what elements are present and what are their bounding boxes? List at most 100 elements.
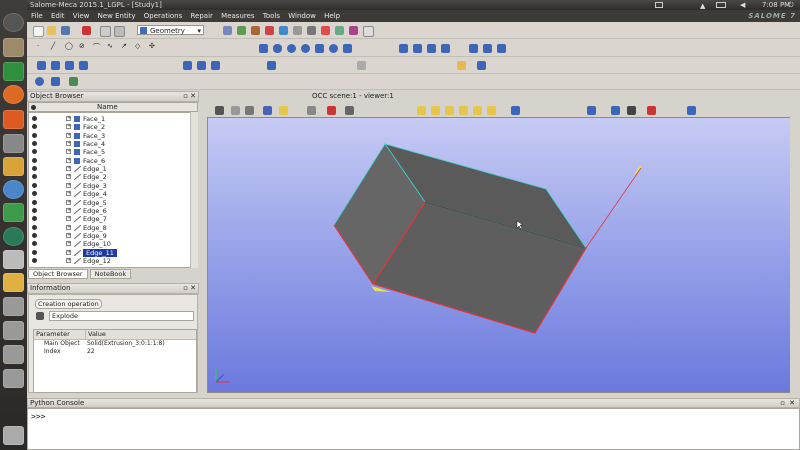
right-view-icon[interactable] <box>487 106 496 115</box>
new-icon[interactable] <box>33 26 44 37</box>
expand-icon[interactable]: + <box>66 124 71 130</box>
module-yacs-icon[interactable] <box>335 26 344 35</box>
tree-item[interactable]: + Face_2 <box>29 123 197 131</box>
shape-arrow-icon[interactable] <box>69 77 78 86</box>
tab-notebook[interactable]: NoteBook <box>89 269 132 279</box>
measure-icon[interactable] <box>477 61 486 70</box>
eye-icon[interactable] <box>32 232 37 238</box>
expand-icon[interactable]: + <box>66 249 71 255</box>
module-select[interactable]: Geometry ▾ <box>137 25 204 35</box>
expand-icon[interactable]: + <box>66 174 71 180</box>
expand-icon[interactable]: + <box>66 166 71 172</box>
parameter-column-header[interactable]: Parameter <box>36 330 70 339</box>
expand-icon[interactable]: + <box>66 132 71 138</box>
module-jobmanager-icon[interactable] <box>321 26 330 35</box>
more-icon[interactable] <box>687 106 696 115</box>
editor-icon[interactable] <box>3 273 24 292</box>
name-column-header[interactable]: Name <box>97 103 118 112</box>
rotation-icon[interactable] <box>483 44 492 53</box>
volume-icon[interactable]: ◀ <box>740 0 745 10</box>
menu-file[interactable]: File <box>31 10 43 22</box>
module-epx-icon[interactable] <box>363 26 374 37</box>
menu-measures[interactable]: Measures <box>221 10 254 22</box>
graduated-axes-icon[interactable] <box>611 106 620 115</box>
stereo-icon[interactable] <box>647 106 656 115</box>
menu-repair[interactable]: Repair <box>191 10 213 22</box>
software-center-icon[interactable] <box>3 110 24 129</box>
sketch-icon[interactable] <box>357 61 366 70</box>
settings-icon[interactable] <box>3 134 24 153</box>
close-icon[interactable]: ✕ <box>190 92 196 101</box>
undock-icon[interactable]: ▫ <box>780 399 785 408</box>
eye-icon[interactable] <box>32 249 37 255</box>
ellipse-icon[interactable]: ⊘ <box>79 42 85 50</box>
tree-item[interactable]: + Edge_4 <box>29 190 197 198</box>
tree-item[interactable]: + Face_1 <box>29 115 197 123</box>
extrusion-vector[interactable] <box>585 167 642 249</box>
expand-icon[interactable]: + <box>66 149 71 155</box>
copy-icon[interactable] <box>100 26 111 37</box>
eye-icon[interactable] <box>32 116 37 121</box>
menu-window[interactable]: Window <box>288 10 316 22</box>
module-paravis-icon[interactable] <box>279 26 288 35</box>
menu-edit[interactable]: Edit <box>51 10 65 22</box>
reset-view-icon[interactable] <box>511 106 520 115</box>
shape-ellipse-icon[interactable] <box>35 77 44 86</box>
eye-icon[interactable] <box>32 241 37 247</box>
expand-icon[interactable]: + <box>66 141 71 147</box>
object-tree[interactable]: + Face_1 + Face_2 + Face_3 + Face_4 + Face_5 + Face… <box>28 112 198 268</box>
module-aster-icon[interactable] <box>251 26 260 35</box>
zoom-icon[interactable] <box>307 106 316 115</box>
tree-item[interactable]: + Edge_3 <box>29 182 197 190</box>
module-efmaster-icon[interactable] <box>307 26 316 35</box>
files-icon[interactable] <box>3 38 24 57</box>
dash-icon[interactable] <box>3 13 24 32</box>
rectangle-icon[interactable] <box>343 44 352 53</box>
pan-icon[interactable] <box>327 106 336 115</box>
tree-item[interactable]: + Edge_6 <box>29 207 197 215</box>
fuse-icon[interactable] <box>399 44 408 53</box>
front-view-icon[interactable] <box>417 106 426 115</box>
drive-icon[interactable] <box>3 321 24 340</box>
eye-icon[interactable] <box>32 174 37 180</box>
expand-icon[interactable]: + <box>66 232 71 238</box>
eye-icon[interactable] <box>32 141 37 147</box>
module-openturns-icon[interactable] <box>349 26 358 35</box>
bottom-view-icon[interactable] <box>459 106 468 115</box>
trihedron-icon[interactable] <box>245 106 254 115</box>
shape-cylinder-icon[interactable] <box>51 77 60 86</box>
module-geom-icon[interactable] <box>223 26 232 35</box>
eye-icon[interactable] <box>32 207 37 213</box>
translation-icon[interactable] <box>469 44 478 53</box>
tree-item[interactable]: + Edge_10 <box>29 240 197 248</box>
3d-viewport[interactable] <box>207 117 800 393</box>
expand-icon[interactable]: + <box>66 116 71 121</box>
cylinder-icon[interactable] <box>273 44 282 53</box>
disk-icon[interactable] <box>3 227 24 246</box>
common-icon[interactable] <box>413 44 422 53</box>
disk-icon[interactable] <box>329 44 338 53</box>
section-icon[interactable] <box>441 44 450 53</box>
close-icon[interactable]: ✕ <box>190 284 196 293</box>
module-eficas-icon[interactable] <box>293 26 302 35</box>
vector-icon[interactable]: ↗ <box>121 42 127 50</box>
paste-icon[interactable] <box>114 26 125 37</box>
arc-icon[interactable]: ⌒ <box>93 42 100 52</box>
visibility-column-icon[interactable] <box>31 105 36 110</box>
fit-all-icon[interactable] <box>263 106 272 115</box>
lcs-icon[interactable]: ✣ <box>149 42 155 50</box>
drive-icon[interactable] <box>3 369 24 388</box>
chromium-icon[interactable] <box>3 180 24 199</box>
tree-item[interactable]: + Face_4 <box>29 140 197 148</box>
point-icon[interactable]: · <box>37 42 39 50</box>
select-icon[interactable] <box>231 106 240 115</box>
libreoffice-icon[interactable] <box>3 203 24 222</box>
expand-icon[interactable]: + <box>66 241 71 247</box>
tree-item[interactable]: + Face_5 <box>29 148 197 156</box>
eye-icon[interactable] <box>32 191 37 197</box>
pipe-icon[interactable] <box>79 61 88 70</box>
tree-item[interactable]: + Edge_5 <box>29 199 197 207</box>
expand-icon[interactable]: + <box>66 207 71 213</box>
top-view-icon[interactable] <box>445 106 454 115</box>
cone-icon[interactable] <box>315 44 324 53</box>
